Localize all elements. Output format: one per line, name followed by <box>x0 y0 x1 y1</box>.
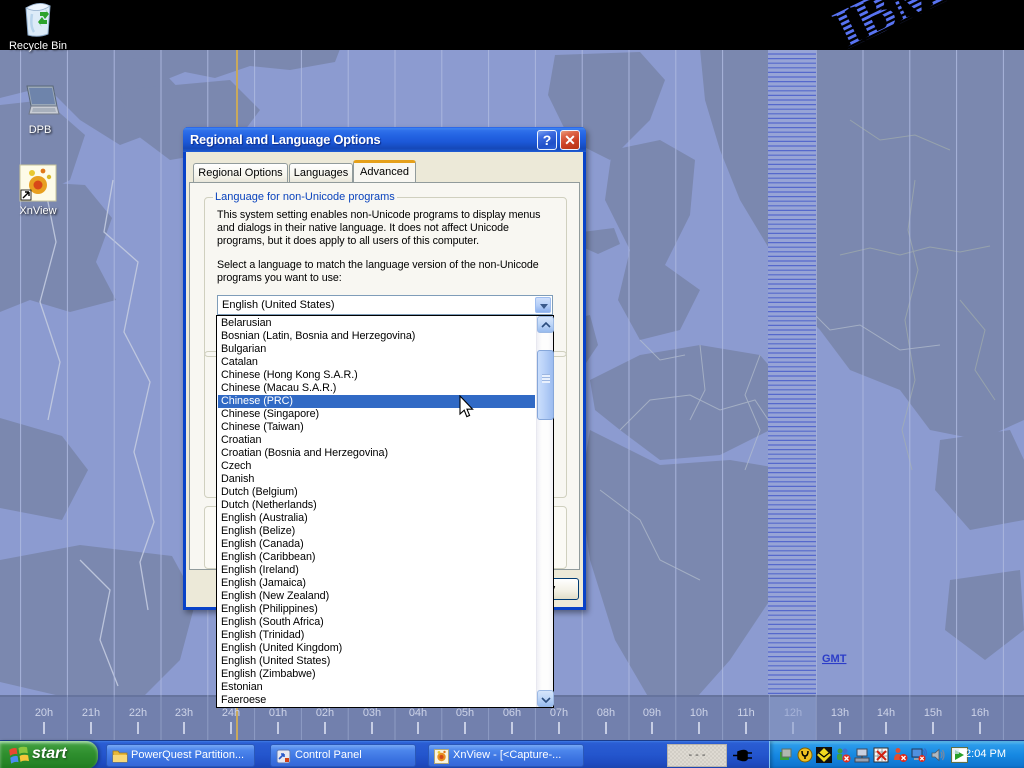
svg-text:09h: 09h <box>643 707 661 719</box>
svg-text:07h: 07h <box>550 707 568 719</box>
svg-text:GMT: GMT <box>822 653 847 665</box>
svg-text:15h: 15h <box>924 707 942 719</box>
svg-text:08h: 08h <box>597 707 615 719</box>
svg-text:13h: 13h <box>831 707 849 719</box>
svg-text:11h: 11h <box>737 707 755 719</box>
svg-text:02h: 02h <box>316 707 334 719</box>
svg-text:22h: 22h <box>129 707 147 719</box>
svg-text:03h: 03h <box>363 707 381 719</box>
svg-text:05h: 05h <box>456 707 474 719</box>
svg-text:10h: 10h <box>690 707 708 719</box>
svg-text:16h: 16h <box>971 707 989 719</box>
svg-text:04h: 04h <box>409 707 427 719</box>
svg-text:23h: 23h <box>175 707 193 719</box>
svg-text:14h: 14h <box>877 707 895 719</box>
svg-text:24h: 24h <box>222 707 240 719</box>
svg-text:21h: 21h <box>82 707 100 719</box>
svg-text:06h: 06h <box>503 707 521 719</box>
svg-text:20h: 20h <box>35 707 53 719</box>
svg-text:01h: 01h <box>269 707 287 719</box>
